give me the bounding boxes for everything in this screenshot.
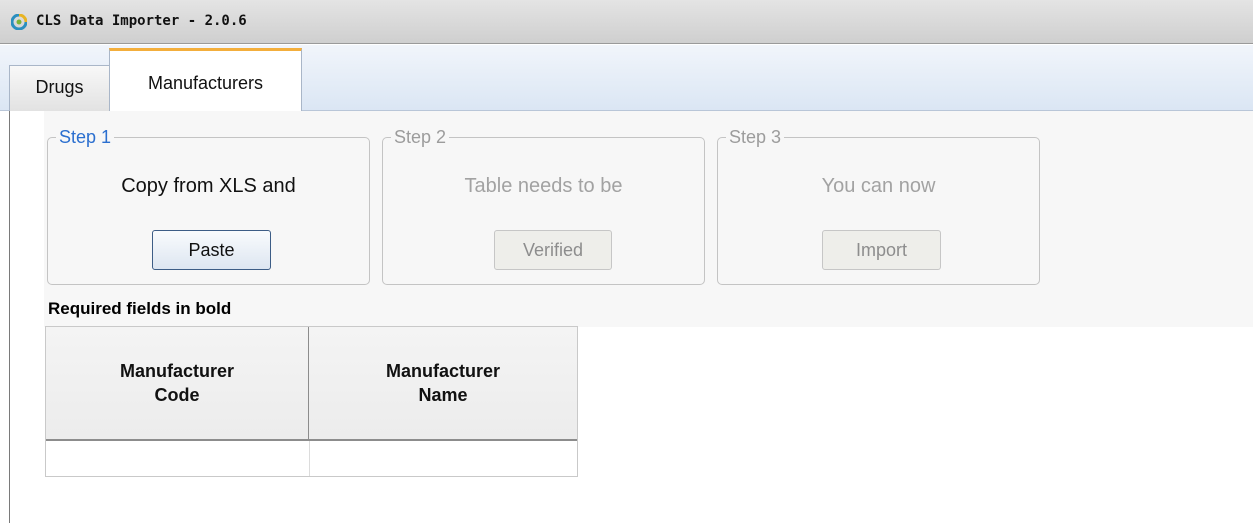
step-1-group: Step 1 Copy from XLS and Paste bbox=[47, 127, 370, 285]
step-1-legend: Step 1 bbox=[56, 127, 115, 148]
grid-cell-name[interactable] bbox=[310, 441, 577, 476]
column-header-label: Manufacturer Code bbox=[119, 361, 235, 405]
step-2-legend: Step 2 bbox=[391, 127, 450, 148]
step-3-description: You can now bbox=[821, 175, 936, 197]
required-fields-caption: Required fields in bold bbox=[48, 299, 232, 318]
app-logo-icon bbox=[11, 14, 27, 30]
step-3-group: Step 3 You can now Import bbox=[717, 127, 1040, 285]
window-title: CLS Data Importer - 2.0.6 bbox=[36, 13, 247, 29]
title-bar: CLS Data Importer - 2.0.6 bbox=[0, 0, 1253, 44]
import-button[interactable]: Import bbox=[822, 230, 941, 270]
verified-button[interactable]: Verified bbox=[494, 230, 612, 270]
grid-cell-code[interactable] bbox=[46, 441, 310, 476]
step-3-legend: Step 3 bbox=[726, 127, 785, 148]
tab-manufacturers-label: Manufacturers bbox=[147, 73, 264, 93]
column-header-label: Manufacturer Name bbox=[385, 361, 501, 405]
manufacturers-grid[interactable]: Manufacturer Code Manufacturer Name bbox=[45, 326, 578, 477]
step-2-group: Step 2 Table needs to be Verified bbox=[382, 127, 705, 285]
column-header-manufacturer-code[interactable]: Manufacturer Code bbox=[46, 327, 309, 441]
tab-drugs-label: Drugs bbox=[35, 77, 84, 97]
paste-button[interactable]: Paste bbox=[152, 230, 271, 270]
column-header-manufacturer-name[interactable]: Manufacturer Name bbox=[309, 327, 577, 441]
tab-manufacturers[interactable]: Manufacturers bbox=[109, 48, 302, 112]
panel-divider bbox=[9, 111, 10, 523]
manufacturers-panel: Step 1 Copy from XLS and Paste Step 2 Ta… bbox=[0, 111, 1253, 523]
step-2-description: Table needs to be bbox=[464, 175, 623, 197]
step-1-description: Copy from XLS and bbox=[121, 175, 296, 197]
tab-strip: Drugs Manufacturers bbox=[0, 45, 1253, 112]
tab-drugs[interactable]: Drugs bbox=[9, 65, 110, 111]
